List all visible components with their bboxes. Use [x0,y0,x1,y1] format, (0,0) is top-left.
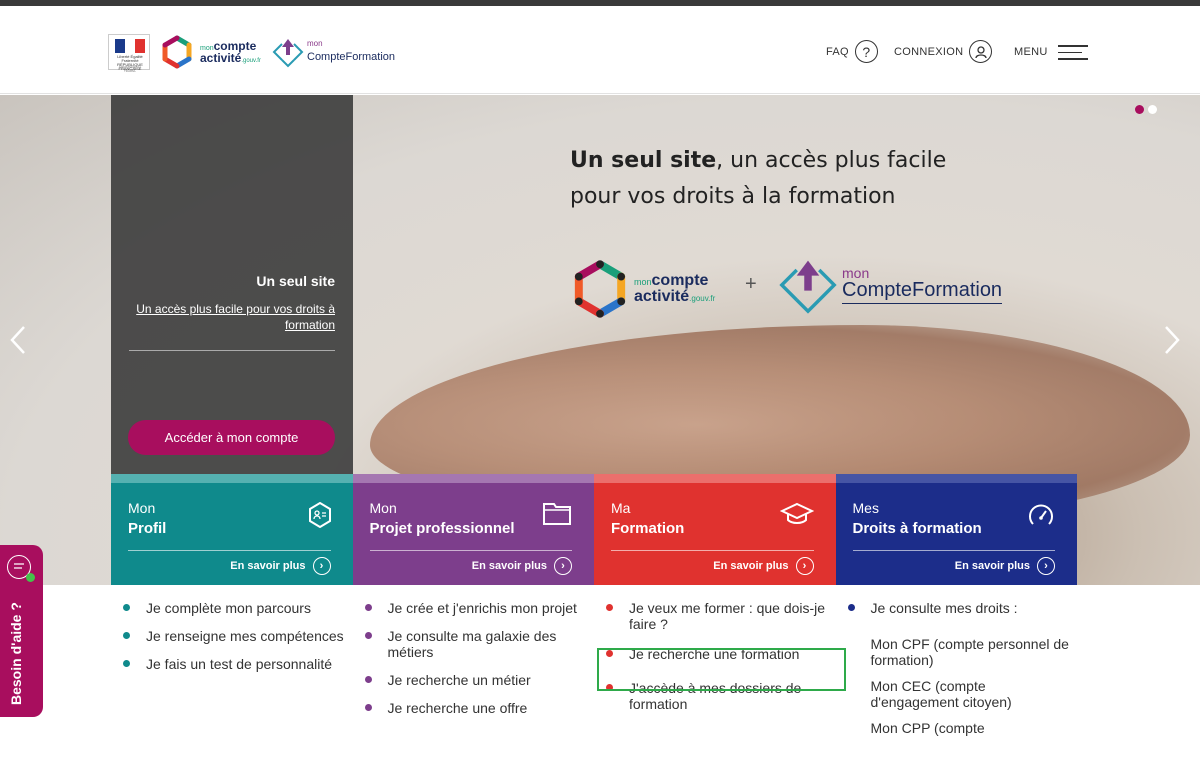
list-item[interactable]: Je complète mon parcours [121,600,353,616]
list-item[interactable]: Je consulte ma galaxie des métiers [363,628,595,660]
panel-title: Un seul site [256,273,335,289]
hero-mon-compte-formation-logo: mon CompteFormation [778,255,1003,315]
category-lists: Je complète mon parcours Je renseigne me… [111,600,1077,746]
panel-divider [129,350,335,351]
list-item[interactable]: Je renseigne mes compétences [121,628,353,644]
card-line1: Ma [611,500,631,516]
hexagon-logo-icon [162,35,192,69]
card-line2: Projet professionnel [369,520,515,537]
card-more-link[interactable]: En savoir plus › [955,557,1055,575]
hero-title: Un seul site, un accès plus facile pour … [570,148,947,209]
card-divider [128,550,331,551]
card-line2: Profil [128,520,167,537]
list-item[interactable]: Je recherche une offre [363,700,595,716]
connexion-link[interactable]: CONNEXION [894,40,993,63]
card-line1: Mes [852,500,879,516]
profile-icon [308,502,331,528]
card-divider [369,550,572,551]
card-top-stripe [835,474,1077,483]
mon-compte-formation-logo[interactable]: mon CompteFormation [272,36,395,68]
card-top-stripe [594,474,836,483]
carousel-dots [1135,105,1161,114]
hero-side-panel: Un seul site Un accès plus facile pour v… [111,95,353,475]
card-divider [611,550,814,551]
access-account-button[interactable]: Accéder à mon compte [128,420,335,455]
list-profil: Je complète mon parcours Je renseigne me… [111,600,353,746]
plus-sign: + [745,273,757,295]
highlight-box [597,648,846,691]
republique-francaise-logo[interactable]: Liberté Égalité Fraternité RÉPUBLIQUE FRA… [108,34,150,73]
card-line1: Mon [369,500,397,516]
sub-item-cec[interactable]: Mon CEC (compte d'engagement citoyen) [846,678,1078,710]
card-top-stripe [352,474,594,483]
carousel-dot-active[interactable] [1135,105,1144,114]
help-tab[interactable]: Besoin d'aide ? [0,545,43,717]
list-item[interactable]: Je veux me former : que dois-je faire ? [604,600,836,632]
menu-button[interactable]: MENU [1014,40,1088,65]
card-line2: Formation [611,520,685,537]
card-line1: Mon [128,500,156,516]
carousel-dot[interactable] [1148,105,1157,114]
list-item[interactable]: Je fais un test de personnalité [121,656,353,672]
list-item[interactable]: Je consulte mes droits : [846,600,1078,616]
compte-formation-icon [272,39,304,68]
card-mon-projet[interactable]: Mon Projet professionnel En savoir plus › [352,474,594,585]
sub-item-cpf[interactable]: Mon CPF (compte personnel de formation) [846,636,1078,668]
list-item[interactable]: Je recherche un métier [363,672,595,688]
logo-rf-ministry: MINISTÈRE DU TRAVAIL [119,65,141,73]
folder-icon [543,503,571,525]
help-label: Besoin d'aide ? [8,602,24,705]
card-ma-formation[interactable]: Ma Formation En savoir plus › [594,474,836,585]
list-projet: Je crée et j'enrichis mon projet Je cons… [353,600,595,746]
list-droits: Je consulte mes droits : Mon CPF (compte… [836,600,1078,746]
site-header: Liberté Égalité Fraternité RÉPUBLIQUE FRA… [0,6,1200,94]
user-icon [969,40,993,63]
card-divider [852,550,1055,551]
faq-link[interactable]: FAQ ? [826,40,878,63]
french-flag-icon [115,39,145,53]
hero-compte-formation-icon [779,260,837,314]
card-more-link[interactable]: En savoir plus › [230,557,331,575]
chevron-right-icon: › [795,557,814,575]
card-more-link[interactable]: En savoir plus › [713,557,814,575]
hero-hexagon-logo-icon [574,260,626,318]
card-line2: Droits à formation [852,520,982,537]
chevron-right-icon: › [554,557,572,575]
panel-link[interactable]: Un accès plus facile pour vos droits à f… [135,301,335,333]
chevron-right-icon: › [1037,557,1055,575]
sub-item-cpp[interactable]: Mon CPP (compte [846,720,1078,736]
card-more-link[interactable]: En savoir plus › [472,557,572,575]
question-icon: ? [854,40,878,63]
online-status-dot [26,573,35,582]
carousel-next-arrow-icon[interactable] [1162,325,1182,355]
card-top-stripe [111,474,353,483]
chevron-right-icon: › [312,557,331,575]
graduation-cap-icon [779,502,814,524]
card-mes-droits[interactable]: Mes Droits à formation En savoir plus › [835,474,1077,585]
carousel-prev-arrow-icon[interactable] [8,325,28,355]
mon-compte-activite-logo[interactable]: moncompte activité.gouv.fr [160,34,261,70]
list-item[interactable]: Je crée et j'enrichis mon projet [363,600,595,616]
gauge-icon [1029,504,1053,525]
hero-mon-compte-activite-logo: moncompte activité.gouv.fr [570,257,715,321]
category-cards: Mon Profil En savoir plus › Mon Projet pr… [111,474,1077,585]
card-mon-profil[interactable]: Mon Profil En savoir plus › [111,474,353,585]
hamburger-icon [1057,40,1088,65]
